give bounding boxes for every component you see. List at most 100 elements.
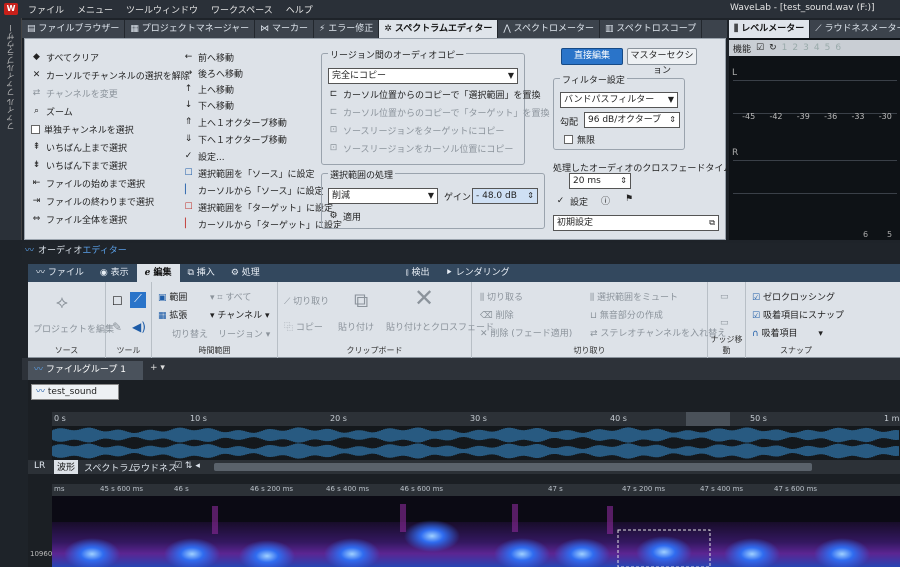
apply-button[interactable]: ⚙ 適用 [328,208,361,224]
create-silence-button[interactable]: ⊔ 無音部分の作成 [590,308,663,321]
set-cursor-target-button[interactable]: ▏ カーソルから「ターゲット」に設定 [183,216,342,232]
nudge-left-icon[interactable]: ▭ [720,318,729,328]
replace-target-option[interactable]: ⊏ カーソル位置からのコピーで「ターゲット」を置換 [328,104,550,120]
process-mode-select[interactable]: 削減 ▼ [328,188,438,204]
channel-4-button[interactable]: 4 [814,43,820,53]
filter-type-select[interactable]: バンドパスフィルター ▼ [560,92,678,108]
nudge-right-icon[interactable]: ▭ [720,292,729,302]
change-channel-button[interactable]: ⇄ チャンネルを変更 [31,85,118,101]
magnets-dropdown[interactable]: ∩ 吸着項目 ▾ [752,326,823,339]
deselect-channel-button[interactable]: ✕ カーソルでチャンネルの選択を解除 [31,67,190,83]
select-all-button[interactable]: ⇔ ファイル全体を選択 [31,211,127,227]
cut-button[interactable]: ⟋ 切り取り [284,294,329,307]
copy-button[interactable]: ⿻ コピー [284,320,323,333]
range-button[interactable]: ▣ 範囲 [158,290,187,303]
view-options-icon[interactable]: ☑ ⇅ ◂ [174,461,200,471]
help-icon[interactable]: ⓘ [601,194,610,207]
swap-channels-button[interactable]: ⇄ ステレオチャンネルを入れ替え [590,326,726,339]
lr-label[interactable]: LR [34,461,45,471]
tab-loudness-meter[interactable]: ⟋ ラウドネスメーター [810,20,900,38]
delete-button[interactable]: ⌫ 削除 [480,308,514,321]
channel-dropdown[interactable]: ▾ チャンネル ▾ [210,308,270,321]
crossfade-time-field[interactable]: 20 ms ⇕ [569,173,631,189]
channel-1-button[interactable]: 1 [782,43,788,53]
set-selection-target-button[interactable]: ☐ 選択範囲を「ターゲット」に設定 [183,199,333,215]
slope-field[interactable]: 96 dB/オクターブ ⇕ [584,112,680,128]
settings-button[interactable]: ✓ 設定... [183,148,225,164]
set-selection-source-button[interactable]: ☐ 選択範囲を「ソース」に設定 [183,165,314,181]
tab-error-correction[interactable]: ⚡ エラー修正 [314,20,380,38]
channel-2-button[interactable]: 2 [792,43,798,53]
menu-tool-windows[interactable]: ツールウィンドウ [126,3,198,16]
left-tab-file-browser[interactable]: ファイルブラウザー [5,24,16,96]
tab-spectroscope[interactable]: ▥ スペクトロスコープ [600,20,703,38]
file-tab-test-sound[interactable]: 〰 test_sound [31,384,119,400]
select-to-start-button[interactable]: ⇤ ファイルの始めまで選択 [31,175,145,191]
zoom-button[interactable]: ⌕ ズーム [31,103,73,119]
tab-spectrum-editor[interactable]: ✲ スペクトラムエディター [379,20,499,38]
mute-selection-button[interactable]: ⫼ 選択範囲をミュート [590,290,678,303]
edit-project-button[interactable]: プロジェクトを編集 [33,322,114,335]
ribbon-tab-render[interactable]: ⯈ レンダリング [438,264,518,282]
gain-field[interactable]: - 48.0 dB ⇕ [472,188,538,204]
copy-source-to-target-option[interactable]: ⊡ ソースリージョンをターゲットにコピー [328,122,505,138]
delete-fade-button[interactable]: ✕ 削除 (フェード適用) [480,326,572,339]
preset-field[interactable]: 初期設定 ⧉ [553,215,719,231]
tab-waveform[interactable]: 波形 [54,460,79,474]
function-menu[interactable]: 機能 [733,42,751,55]
ribbon-tab-insert[interactable]: ⧉ 挿入 [180,264,223,282]
set-cursor-source-button[interactable]: ▏ カーソルから「ソース」に設定 [183,182,324,198]
menu-menu[interactable]: メニュー [77,3,113,16]
menu-help[interactable]: ヘルプ [286,3,313,16]
select-to-end-button[interactable]: ⇥ ファイルの終わりまで選択 [31,193,154,209]
menu-file[interactable]: ファイル [28,3,64,16]
file-group-tab[interactable]: 〰 ファイルグループ 1 [28,361,143,380]
overview-waveform[interactable] [51,426,900,460]
tab-spectrum[interactable]: スペクトラム [84,461,137,474]
spectrogram-view[interactable] [52,496,900,567]
range-tool-icon[interactable]: ☐ [112,294,123,308]
channel-3-button[interactable]: 3 [803,43,809,53]
region-dropdown[interactable]: リージョン ▾ [218,327,270,340]
ribbon-tab-detect[interactable]: ⫾ 検出 [398,264,438,282]
tab-markers[interactable]: ⋈ マーカー [255,20,315,38]
speaker-icon[interactable]: ◀) [132,320,146,334]
ribbon-tab-file[interactable]: 〰 ファイル [28,264,92,282]
channel-6-button[interactable]: 6 [835,43,841,53]
move-down-button[interactable]: ↓ 下へ移動 [183,97,234,113]
menu-workspace[interactable]: ワークスペース [211,3,273,16]
toggle-button[interactable]: 切り替え [172,327,208,340]
channel-5-button[interactable]: 5 [825,43,831,53]
clear-all-button[interactable]: ◆ すべてクリア [31,49,99,65]
paste-button[interactable]: 貼り付け [338,320,374,333]
move-up-button[interactable]: ↑ 上へ移動 [183,81,234,97]
replace-selection-option[interactable]: ⊏ カーソル位置からのコピーで「選択範囲」を置換 [328,86,541,102]
move-prev-button[interactable]: ← 前へ移動 [183,49,234,65]
tab-level-meter[interactable]: ⫼ レベルメーター [729,20,811,38]
octave-up-button[interactable]: ⇑ 上へ１オクターブ移動 [183,114,287,130]
crossfade-settings-button[interactable]: ✓ 設定 [555,193,588,209]
select-to-bottom-button[interactable]: ⇟ いちばん下まで選択 [31,157,127,173]
copy-source-to-cursor-option[interactable]: ⊡ ソースリージョンをカーソル位置にコピー [328,140,514,156]
ribbon-tab-process[interactable]: ⚙ 処理 [223,264,268,282]
draw-tool-icon[interactable]: ⟋ [130,292,146,308]
tab-spectrometer[interactable]: ⋀ スペクトロメーター [498,20,601,38]
master-section-button[interactable]: マスターセクション [627,48,697,76]
single-channel-checkbox[interactable]: 単独チャンネルを選択 [31,121,134,137]
snap-to-magnets-checkbox[interactable]: ☑ 吸着項目にスナップ [752,308,844,321]
extend-button[interactable]: ▦ 拡張 [158,308,187,321]
select-all-range-button[interactable]: ▾ ⌗ すべて [210,290,251,303]
check-icon[interactable]: ☑ [756,43,764,53]
pin-icon[interactable]: ⚑ [625,194,633,204]
tab-project-manager[interactable]: ▦ プロジェクトマネージャー [125,20,256,38]
zero-crossing-checkbox[interactable]: ☑ ゼロクロッシング [752,290,835,303]
overview-view-marker[interactable] [686,412,730,426]
direct-edit-button[interactable]: 直接編集 [561,48,623,65]
trim-button[interactable]: ⫼ 切り取る [480,290,523,303]
left-tab-file[interactable]: ファイル [5,98,16,130]
reset-icon[interactable]: ↻ [769,43,777,53]
pencil-icon[interactable]: ✎ [112,320,122,334]
add-file-group-button[interactable]: + ▾ [150,363,165,373]
tab-loudness[interactable]: ラウドネス [132,461,177,474]
copy-mode-select[interactable]: 完全にコピー ▼ [328,68,518,84]
